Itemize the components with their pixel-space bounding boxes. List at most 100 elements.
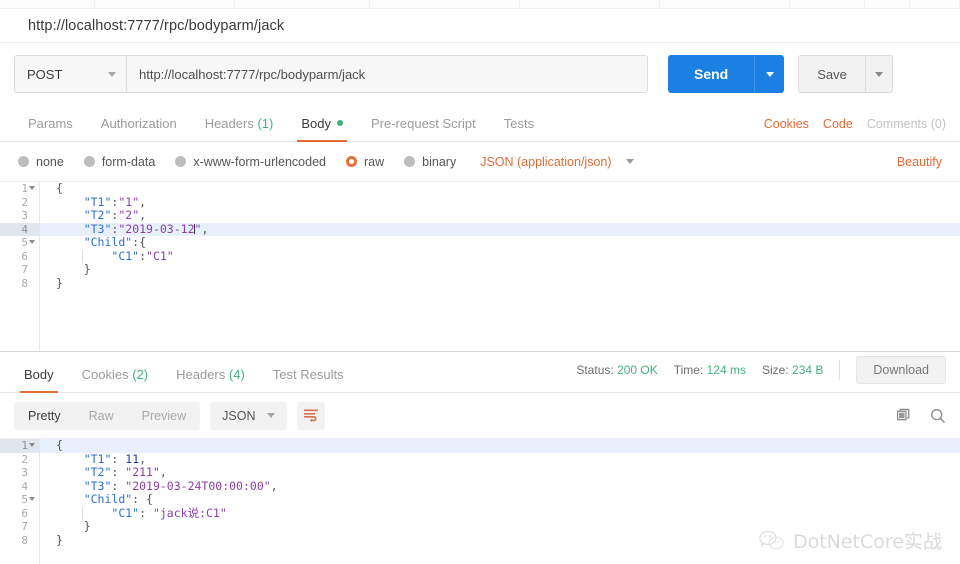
code-line[interactable]: 8} bbox=[0, 276, 960, 291]
save-options-button[interactable] bbox=[864, 55, 893, 93]
code-link[interactable]: Code bbox=[823, 117, 853, 131]
response-format-value: JSON bbox=[222, 408, 256, 423]
top-tab-slot[interactable] bbox=[0, 0, 95, 8]
request-tab-body[interactable]: Body bbox=[287, 116, 357, 142]
request-tab-tests[interactable]: Tests bbox=[490, 116, 548, 141]
response-tab-cookies[interactable]: Cookies (2) bbox=[68, 367, 162, 392]
code-line[interactable]: 3 "T2": "211", bbox=[0, 465, 960, 480]
token: "2019-03-12 bbox=[118, 221, 195, 236]
radio-icon bbox=[18, 156, 29, 167]
divider bbox=[839, 360, 841, 380]
fold-arrow-icon[interactable] bbox=[29, 186, 35, 190]
response-view-raw[interactable]: Raw bbox=[75, 402, 128, 430]
top-tab-slot[interactable] bbox=[235, 0, 370, 8]
code-line[interactable]: 1{ bbox=[0, 182, 960, 196]
indent-guide bbox=[82, 506, 83, 520]
request-tab-authorization[interactable]: Authorization bbox=[87, 116, 191, 141]
token: } bbox=[56, 532, 63, 547]
code-line[interactable]: 6 "C1":"C1" bbox=[0, 249, 960, 264]
code-line[interactable]: 8} bbox=[0, 532, 960, 548]
code-text: "Child":{ bbox=[40, 235, 960, 250]
time-value: 124 ms bbox=[706, 363, 747, 377]
code-line[interactable]: 7 } bbox=[0, 262, 960, 277]
token: "T1" bbox=[83, 194, 112, 209]
code-line[interactable]: 3 "T2":"2", bbox=[0, 208, 960, 223]
url-input[interactable]: http://localhost:7777/rpc/bodyparm/jack bbox=[126, 55, 648, 93]
code-line[interactable]: 2 "T1":"1", bbox=[0, 194, 960, 210]
response-tab-count: (4) bbox=[228, 367, 245, 382]
token: "Child" bbox=[83, 235, 133, 249]
download-button[interactable]: Download bbox=[856, 356, 946, 384]
body-format-select[interactable]: JSON (application/json) bbox=[480, 154, 634, 169]
chevron-down-icon bbox=[874, 71, 883, 77]
request-tab-label: Headers bbox=[204, 116, 254, 131]
token: "T3" bbox=[83, 478, 112, 493]
response-body-editor[interactable]: 1{2 "T1": 11, 3 "T2": "211", 4 "T3": "2019… bbox=[0, 438, 960, 564]
search-icon[interactable] bbox=[930, 408, 946, 424]
top-tab-slot[interactable] bbox=[910, 0, 960, 8]
code-text: "T1":"1", bbox=[40, 194, 960, 210]
top-tab-slot[interactable] bbox=[790, 0, 865, 8]
request-tab-headers[interactable]: Headers (1) bbox=[191, 116, 288, 141]
request-body-editor[interactable]: 1{2 "T1":"1", 3 "T2":"2", 4 "T3":"2019-03-… bbox=[0, 182, 960, 352]
line-number: 7 bbox=[21, 520, 28, 533]
top-tab-slot[interactable] bbox=[865, 0, 910, 8]
body-format-value: JSON (application/json) bbox=[480, 154, 612, 169]
http-method-value: POST bbox=[27, 66, 63, 82]
request-tab-params[interactable]: Params bbox=[14, 116, 87, 141]
code-line[interactable]: 2 "T1": 11, bbox=[0, 452, 960, 467]
code-line[interactable]: 5 "Child": { bbox=[0, 492, 960, 507]
copy-icon[interactable] bbox=[897, 408, 912, 423]
fold-arrow-icon[interactable] bbox=[29, 443, 35, 447]
body-type-radio-form-data[interactable]: form-data bbox=[83, 155, 155, 169]
code-line[interactable]: 6 "C1": "jack说:C1" bbox=[0, 506, 960, 521]
code-text: } bbox=[40, 262, 960, 277]
code-line[interactable]: 1{ bbox=[0, 439, 960, 453]
indent-guide bbox=[82, 249, 83, 263]
code-text: { bbox=[40, 439, 960, 453]
comments-link[interactable]: Comments (0) bbox=[867, 117, 946, 131]
send-button[interactable]: Send bbox=[668, 55, 755, 93]
response-tab-headers[interactable]: Headers (4) bbox=[162, 367, 259, 392]
save-button[interactable]: Save bbox=[798, 55, 865, 93]
request-tab-pre-request-script[interactable]: Pre-request Script bbox=[357, 116, 490, 141]
beautify-button[interactable]: Beautify bbox=[897, 155, 960, 169]
http-method-select[interactable]: POST bbox=[14, 55, 126, 93]
line-number: 8 bbox=[21, 533, 28, 547]
code-line[interactable]: 7 } bbox=[0, 519, 960, 534]
response-tab-count: (2) bbox=[132, 367, 149, 382]
body-type-radio-x-www-form-urlencoded[interactable]: x-www-form-urlencoded bbox=[175, 155, 326, 169]
response-view-pretty[interactable]: Pretty bbox=[14, 402, 75, 430]
code-line[interactable]: 5 "Child":{ bbox=[0, 235, 960, 250]
body-type-radio-binary[interactable]: binary bbox=[404, 155, 456, 169]
response-view-preview[interactable]: Preview bbox=[128, 402, 200, 430]
request-tab-label: Params bbox=[28, 116, 73, 131]
body-type-radio-none[interactable]: none bbox=[18, 155, 64, 169]
fold-arrow-icon[interactable] bbox=[29, 240, 35, 244]
token: "Child" bbox=[83, 492, 133, 506]
request-tabs-actions: Cookies Code Comments (0) bbox=[764, 117, 960, 141]
code-line[interactable]: 4 "T3":"2019-03-12", bbox=[0, 221, 960, 236]
code-line[interactable]: 4 "T3": "2019-03-24T00:00:00", bbox=[0, 478, 960, 494]
top-tab-slot[interactable] bbox=[370, 0, 520, 8]
word-wrap-button[interactable] bbox=[297, 401, 326, 430]
chevron-down-icon bbox=[765, 71, 774, 77]
token: : bbox=[111, 465, 126, 479]
top-tab-slot[interactable] bbox=[520, 0, 660, 8]
code-text: } bbox=[40, 276, 960, 291]
top-tab-slot[interactable] bbox=[660, 0, 790, 8]
token: : { bbox=[132, 492, 153, 506]
cookies-link[interactable]: Cookies bbox=[764, 117, 809, 131]
request-tab-count: (1) bbox=[257, 116, 274, 131]
save-button-group: Save bbox=[798, 55, 893, 93]
response-format-select[interactable]: JSON bbox=[210, 401, 288, 430]
body-type-radio-raw[interactable]: raw bbox=[346, 155, 384, 169]
response-tab-body[interactable]: Body bbox=[10, 367, 68, 393]
top-tab-slot[interactable] bbox=[95, 0, 235, 8]
fold-arrow-icon[interactable] bbox=[29, 497, 35, 501]
radio-icon bbox=[404, 156, 416, 167]
send-options-button[interactable] bbox=[754, 55, 785, 93]
body-type-row: none form-data x-www-form-urlencoded raw bin… bbox=[0, 142, 960, 182]
time-group: Time: 124 ms bbox=[674, 363, 746, 377]
response-tab-test-results[interactable]: Test Results bbox=[259, 367, 358, 392]
